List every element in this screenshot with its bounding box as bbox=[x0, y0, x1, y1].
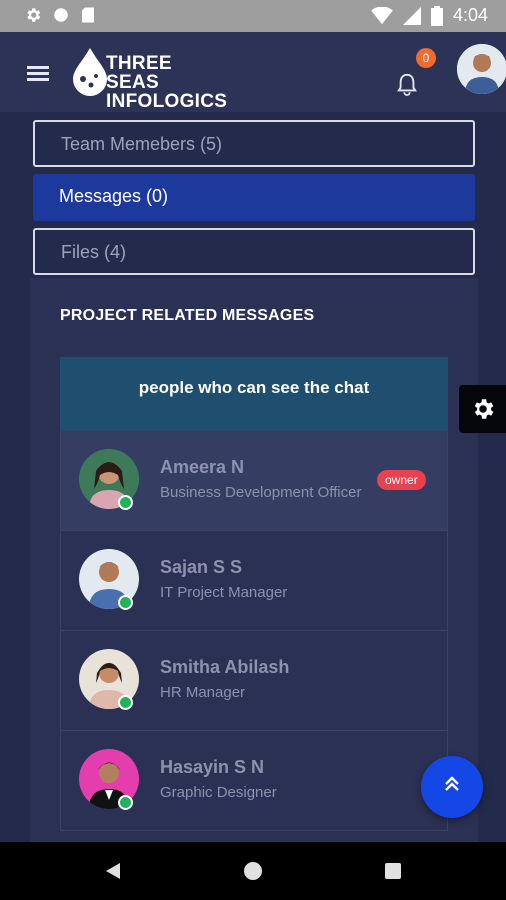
hamburger-menu-icon[interactable] bbox=[27, 66, 49, 82]
circle-icon bbox=[54, 8, 68, 22]
settings-side-tab[interactable] bbox=[459, 385, 506, 433]
member-role: IT Project Manager bbox=[160, 584, 288, 601]
home-icon[interactable] bbox=[243, 861, 263, 881]
online-indicator bbox=[118, 795, 133, 810]
notification-badge: 0 bbox=[416, 48, 436, 68]
member-row[interactable]: Ameera N Business Development Officer ow… bbox=[60, 431, 448, 531]
member-row[interactable]: Smitha Abilash HR Manager bbox=[60, 631, 448, 731]
member-row[interactable]: Sajan S S IT Project Manager bbox=[60, 531, 448, 631]
company-logo[interactable]: THREE SEAS INFOLOGICS bbox=[70, 46, 227, 111]
tab-files[interactable]: Files (4) bbox=[33, 228, 475, 275]
member-role: HR Manager bbox=[160, 684, 246, 701]
tab-messages[interactable]: Messages (0) bbox=[33, 174, 475, 221]
member-row[interactable]: Hasayin S N Graphic Designer bbox=[60, 731, 448, 831]
online-indicator bbox=[118, 495, 133, 510]
status-time: 4:04 bbox=[452, 5, 488, 25]
user-avatar[interactable] bbox=[457, 44, 506, 94]
owner-badge: owner bbox=[377, 470, 426, 490]
member-name: Sajan S S bbox=[160, 557, 243, 577]
signal-icon bbox=[402, 6, 421, 25]
member-name: Hasayin S N bbox=[160, 757, 265, 777]
logo-text: THREE SEAS INFOLOGICS bbox=[106, 53, 228, 112]
tab-team-members[interactable]: Team Memebers (5) bbox=[33, 120, 475, 167]
battery-icon bbox=[430, 5, 443, 26]
recents-icon[interactable] bbox=[384, 862, 402, 880]
section-title: PROJECT RELATED MESSAGES bbox=[60, 307, 315, 324]
member-role: Graphic Designer bbox=[160, 784, 277, 801]
app-header: THREE SEAS INFOLOGICS 0 bbox=[0, 32, 506, 112]
double-chevron-up-icon bbox=[445, 776, 459, 791]
member-name: Smitha Abilash bbox=[160, 657, 290, 677]
online-indicator bbox=[118, 695, 133, 710]
sd-card-icon bbox=[82, 7, 94, 23]
chat-visibility-header: people who can see the chat bbox=[60, 357, 448, 431]
bell-icon[interactable] bbox=[396, 72, 418, 96]
scroll-to-top-button[interactable] bbox=[421, 756, 483, 818]
member-role: Business Development Officer bbox=[160, 484, 362, 501]
drop-logo-icon bbox=[73, 48, 107, 96]
gear-icon bbox=[27, 8, 41, 22]
wifi-icon bbox=[371, 6, 393, 24]
status-bar: 4:04 bbox=[0, 0, 506, 32]
online-indicator bbox=[118, 595, 133, 610]
back-icon[interactable] bbox=[104, 861, 122, 881]
member-name: Ameera N bbox=[160, 457, 245, 477]
system-nav-bar bbox=[0, 842, 506, 900]
settings-gear-icon bbox=[474, 399, 494, 419]
